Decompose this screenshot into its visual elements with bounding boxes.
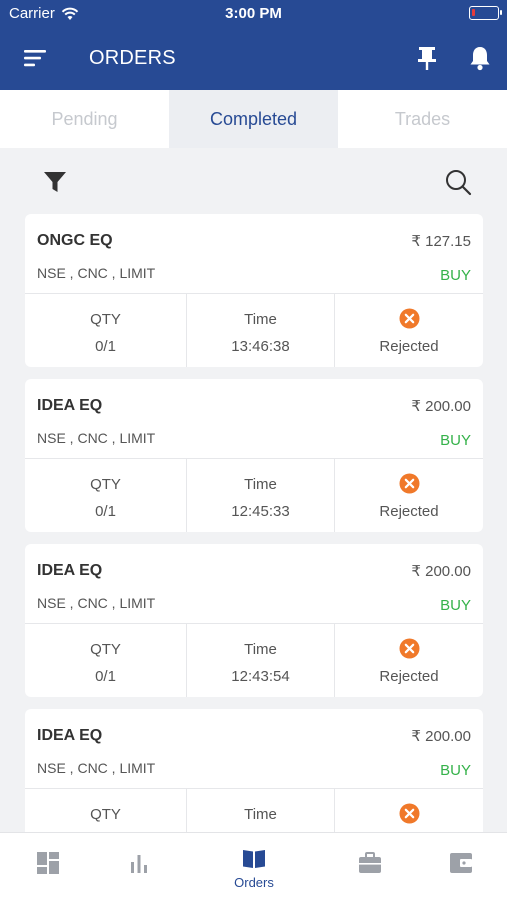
nav-orders-label: Orders: [234, 875, 274, 890]
nav-orders[interactable]: Orders: [214, 833, 294, 900]
pin-icon[interactable]: [414, 44, 440, 72]
status-value: Rejected: [379, 503, 439, 520]
time-value: 13:46:38: [231, 338, 290, 355]
chart-icon: [131, 855, 147, 873]
order-details: NSE , CNC , LIMIT: [37, 595, 156, 611]
qty-label: QTY: [90, 476, 121, 493]
app-bar: ORDERS: [0, 28, 507, 90]
order-summary: QTY 0/1 Time 12:43:54 Rejected: [25, 623, 483, 697]
order-symbol: IDEA EQ: [37, 562, 103, 579]
rejected-icon: [399, 473, 420, 494]
tab-trades[interactable]: Trades: [338, 90, 507, 148]
tab-completed[interactable]: Completed: [169, 90, 338, 148]
qty-cell: QTY 0/1: [25, 459, 186, 532]
search-icon[interactable]: [444, 168, 472, 196]
time-label: Time: [244, 476, 277, 493]
time-value: 12:45:33: [231, 503, 290, 520]
nav-chart[interactable]: [99, 833, 179, 900]
nav-dashboard[interactable]: [8, 833, 88, 900]
order-symbol: IDEA EQ: [37, 397, 103, 414]
rejected-icon: [399, 308, 420, 329]
status-cell: Rejected: [334, 459, 483, 532]
bottom-nav: Orders: [0, 832, 507, 900]
rejected-icon: [399, 638, 420, 659]
nav-portfolio[interactable]: [330, 833, 410, 900]
qty-value: 0/1: [95, 503, 116, 520]
order-details: NSE , CNC , LIMIT: [37, 430, 156, 446]
qty-label: QTY: [90, 641, 121, 658]
bell-icon[interactable]: [467, 44, 493, 72]
dashboard-icon: [37, 852, 59, 874]
page-title: ORDERS: [89, 47, 176, 69]
order-details: NSE , CNC , LIMIT: [37, 760, 156, 776]
toolbar: [0, 148, 507, 214]
menu-icon[interactable]: [22, 46, 50, 70]
order-summary: QTY 0/1 Time 13:46:38 Rejected: [25, 293, 483, 367]
time-label: Time: [244, 311, 277, 328]
status-value: Rejected: [379, 338, 439, 355]
time-cell: Time 12:43:54: [186, 624, 334, 697]
nav-wallet[interactable]: [421, 833, 501, 900]
time-value: 12:43:54: [231, 668, 290, 685]
time-label: Time: [244, 641, 277, 658]
order-tabs: Pending Completed Trades: [0, 90, 507, 148]
orders-book-icon: [243, 850, 265, 868]
wallet-icon: [450, 853, 472, 873]
time-cell: Time 13:46:38: [186, 294, 334, 367]
qty-cell: QTY 0/1: [25, 624, 186, 697]
portfolio-briefcase-icon: [359, 852, 381, 873]
qty-label: QTY: [90, 806, 121, 823]
order-summary: QTY 0/1 Time 12:45:33 Rejected: [25, 458, 483, 532]
tab-pending[interactable]: Pending: [0, 90, 169, 148]
rejected-icon: [399, 803, 420, 824]
order-symbol: ONGC EQ: [37, 232, 113, 249]
order-details: NSE , CNC , LIMIT: [37, 265, 156, 281]
order-price: ₹ 200.00: [411, 398, 471, 415]
order-price: ₹ 200.00: [411, 563, 471, 580]
order-price: ₹ 127.15: [411, 233, 471, 250]
order-side: BUY: [440, 762, 471, 779]
order-side: BUY: [440, 267, 471, 284]
status-value: Rejected: [379, 668, 439, 685]
order-card[interactable]: ONGC EQ ₹ 127.15 NSE , CNC , LIMIT BUY Q…: [25, 214, 483, 367]
status-cell: Rejected: [334, 294, 483, 367]
order-side: BUY: [440, 597, 471, 614]
battery-level: [472, 9, 475, 16]
filter-icon[interactable]: [42, 170, 68, 194]
time-cell: Time 12:45:33: [186, 459, 334, 532]
qty-cell: QTY 0/1: [25, 294, 186, 367]
qty-value: 0/1: [95, 338, 116, 355]
order-side: BUY: [440, 432, 471, 449]
qty-label: QTY: [90, 311, 121, 328]
battery-icon: [469, 6, 502, 20]
header: Carrier 3:00 PM ORDERS: [0, 0, 507, 90]
order-symbol: IDEA EQ: [37, 727, 103, 744]
order-price: ₹ 200.00: [411, 728, 471, 745]
order-card[interactable]: IDEA EQ ₹ 200.00 NSE , CNC , LIMIT BUY Q…: [25, 544, 483, 697]
status-time: 3:00 PM: [225, 5, 282, 22]
status-cell: Rejected: [334, 624, 483, 697]
orders-screen: Carrier 3:00 PM ORDERS Pending Completed…: [0, 0, 507, 900]
qty-value: 0/1: [95, 668, 116, 685]
order-card[interactable]: IDEA EQ ₹ 200.00 NSE , CNC , LIMIT BUY Q…: [25, 379, 483, 532]
status-bar: Carrier 3:00 PM: [0, 0, 507, 28]
time-label: Time: [244, 806, 277, 823]
